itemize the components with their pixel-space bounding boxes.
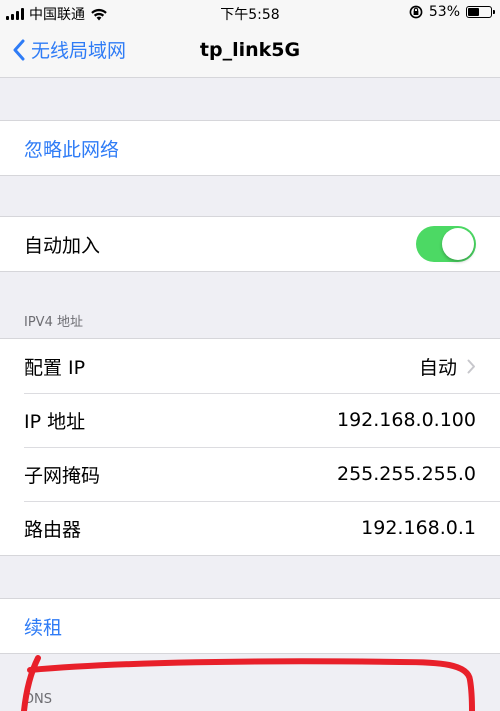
battery-fill — [468, 8, 479, 16]
battery-percent: 53% — [428, 4, 460, 20]
renew-lease-label: 续租 — [24, 616, 63, 639]
router-value: 192.168.0.1 — [361, 517, 476, 539]
ip-address-label: IP 地址 — [24, 410, 86, 433]
auto-join-label: 自动加入 — [24, 234, 101, 257]
router-row: 路由器 192.168.0.1 — [0, 501, 500, 555]
navigation-bar: 无线局域网 tp_link5G — [0, 26, 500, 78]
auto-join-group: 自动加入 — [0, 216, 500, 272]
configure-ip-value: 自动 — [418, 356, 457, 379]
auto-join-toggle[interactable] — [416, 226, 476, 262]
orientation-lock-icon — [409, 5, 423, 19]
forget-network-label: 忽略此网络 — [24, 138, 120, 161]
toggle-knob — [442, 228, 474, 260]
status-right: 53% — [409, 4, 495, 20]
router-label: 路由器 — [24, 518, 82, 541]
forget-network-group: 忽略此网络 — [0, 120, 500, 176]
subnet-mask-value: 255.255.255.0 — [336, 463, 476, 485]
ipv4-group: 配置 IP 自动 IP 地址 192.168.0.100 子网掩码 255.25… — [0, 338, 500, 556]
subnet-mask-row: 子网掩码 255.255.255.0 — [0, 447, 500, 501]
configure-ip-label: 配置 IP — [24, 356, 86, 379]
dns-section-header: DNS — [24, 692, 52, 707]
forget-network-button[interactable]: 忽略此网络 — [0, 121, 500, 175]
battery-icon — [466, 6, 495, 18]
ipv4-section-header: IPV4 地址 — [24, 315, 83, 330]
chevron-right-icon — [467, 359, 475, 373]
subnet-mask-label: 子网掩码 — [24, 464, 101, 487]
renew-lease-group: 续租 — [0, 598, 500, 654]
ip-address-row: IP 地址 192.168.0.100 — [0, 393, 500, 447]
configure-ip-row[interactable]: 配置 IP 自动 — [0, 339, 500, 393]
auto-join-row: 自动加入 — [0, 217, 500, 271]
status-bar: 中国联通 下午5:58 53% — [0, 0, 500, 26]
page-title: tp_link5G — [199, 39, 301, 61]
renew-lease-button[interactable]: 续租 — [0, 599, 500, 653]
ip-address-value: 192.168.0.100 — [336, 409, 476, 431]
